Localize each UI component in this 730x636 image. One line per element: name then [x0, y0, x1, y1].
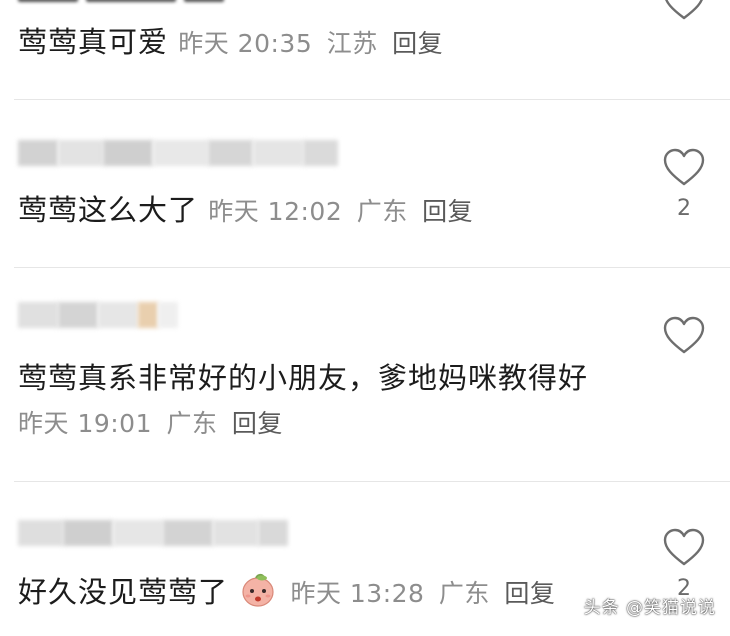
comment-time: 昨天 19:01	[18, 409, 152, 438]
comment-body: 莺莺真系非常好的小朋友，爹地妈咪教得好 昨天 19:01 广东 回复	[18, 356, 608, 446]
reply-button[interactable]: 回复	[422, 197, 473, 226]
comment-text: 莺莺真可爱	[18, 25, 169, 59]
heart-outline-icon	[663, 316, 705, 354]
heart-outline-icon	[665, 0, 703, 20]
comment-meta: 昨天 20:35 江苏 回复	[178, 29, 449, 58]
like-button[interactable]: 2	[660, 528, 708, 601]
comment-time: 昨天 13:28	[290, 579, 425, 608]
comment-body: 莺莺真可爱 昨天 20:35 江苏 回复	[18, 20, 590, 66]
comment-location: 江苏	[326, 29, 378, 58]
comment-location: 广东	[356, 197, 408, 226]
comment-time: 昨天 12:02	[208, 197, 343, 226]
comment-body: 好久没见莺莺了 昨天 13:28 广东 回复	[18, 570, 590, 616]
like-count: 2	[677, 196, 691, 221]
peach-face-emoji	[242, 573, 274, 607]
heart-outline-icon	[663, 148, 705, 186]
like-button[interactable]	[660, 316, 708, 356]
heart-outline-icon	[663, 528, 705, 566]
comment-location: 广东	[166, 409, 218, 438]
reply-button[interactable]: 回复	[232, 409, 283, 438]
comment-text: 好久没见莺莺了	[18, 575, 229, 609]
comment-location: 广东	[438, 579, 490, 608]
comment-item: 莺莺真系非常好的小朋友，爹地妈咪教得好 昨天 19:01 广东 回复	[0, 268, 730, 482]
reply-button[interactable]: 回复	[504, 579, 555, 608]
comment-body: 莺莺这么大了 昨天 12:02 广东 回复	[18, 188, 590, 234]
comment-item: 莺莺真可爱 昨天 20:35 江苏 回复	[0, 0, 730, 100]
comment-text: 莺莺这么大了	[18, 193, 199, 227]
like-button[interactable]	[660, 0, 708, 22]
blurred-username	[18, 140, 338, 166]
comment-meta: 昨天 19:01 广东 回复	[18, 409, 289, 438]
blurred-username	[18, 302, 178, 328]
comment-time: 昨天 20:35	[178, 29, 313, 58]
reply-button[interactable]: 回复	[392, 29, 443, 58]
comment-text: 莺莺真系非常好的小朋友，爹地妈咪教得好	[18, 361, 589, 395]
comment-meta: 昨天 12:02 广东 回复	[208, 197, 479, 226]
comment-item: 莺莺这么大了 昨天 12:02 广东 回复 2	[0, 100, 730, 268]
watermark: 头条 @笑猫说说	[583, 598, 716, 618]
comment-meta: 昨天 13:28 广东 回复	[290, 579, 561, 608]
blurred-username	[18, 520, 288, 546]
like-button[interactable]: 2	[660, 148, 708, 221]
